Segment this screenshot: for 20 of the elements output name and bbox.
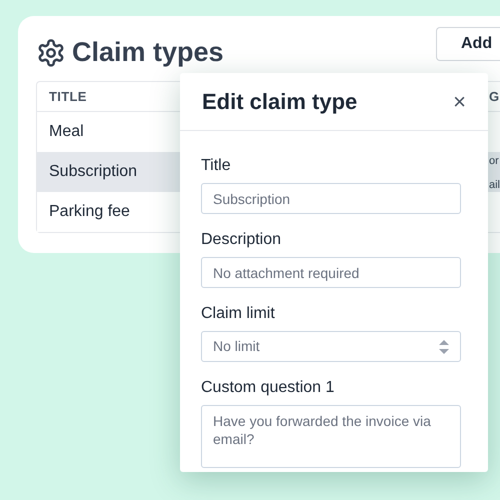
close-button[interactable]: × [453, 90, 466, 112]
gear-icon [36, 38, 66, 68]
table-cell: or ail [489, 155, 500, 191]
sort-arrows-icon [439, 340, 449, 354]
field-label: Custom question 1 [201, 378, 336, 398]
page-title: Claim types [72, 36, 224, 70]
input-field[interactable]: No attachment required [201, 257, 461, 288]
input-field[interactable]: Subscription [201, 183, 461, 214]
field-label: Title [201, 156, 232, 176]
column-header: G [489, 88, 500, 104]
add-button[interactable]: Add [436, 27, 500, 61]
field-label: Description [201, 230, 282, 250]
column-header: TITLE [49, 88, 87, 104]
select-field[interactable]: No limit [201, 331, 461, 362]
text-area[interactable]: Have you forwarded the invoice via email? [201, 405, 461, 468]
field-label: Claim limit [201, 304, 276, 324]
table-cell: Subscription [49, 163, 138, 180]
table-cell: Meal [49, 123, 84, 140]
dialog-title: Edit claim type [202, 88, 358, 116]
table-cell: Parking fee [49, 203, 130, 220]
